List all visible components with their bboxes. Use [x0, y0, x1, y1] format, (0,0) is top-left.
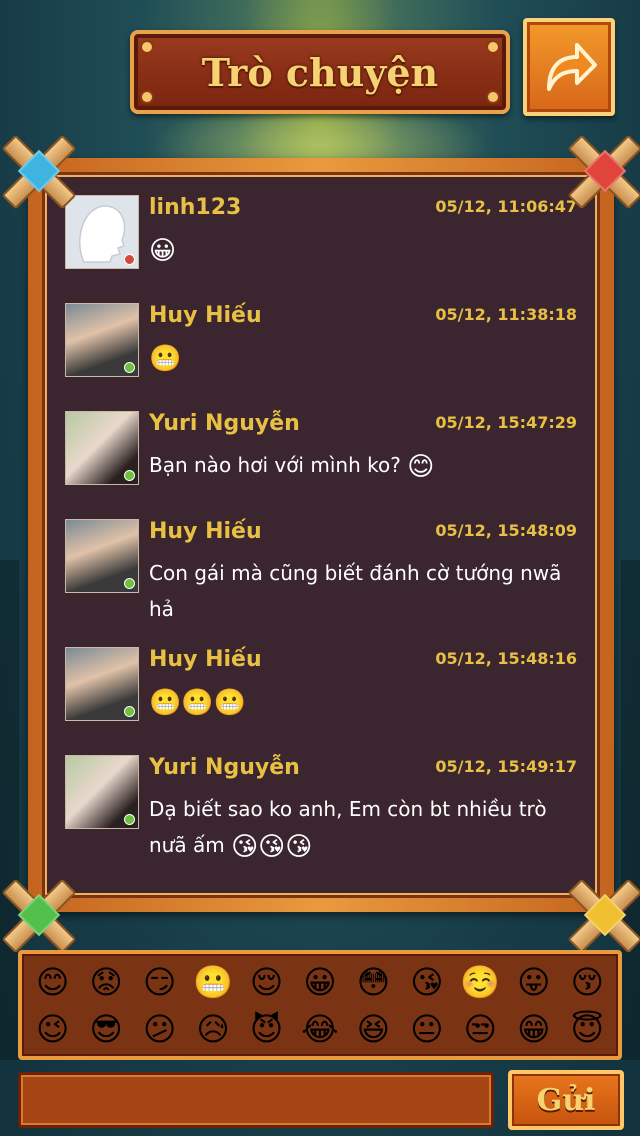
message-text: 😬: [149, 339, 567, 375]
sender-name: Yuri Nguyễn: [149, 755, 300, 780]
message-text: Bạn nào hơi với mình ko? 😊: [149, 447, 567, 483]
emoji-picker-icon[interactable]: 😟: [90, 962, 123, 1002]
message-body: Con gái mà cũng biết đánh cờ tướng nwã h…: [149, 561, 562, 621]
online-status-dot: [124, 254, 135, 265]
message-input[interactable]: [18, 1072, 494, 1128]
emoji-picker-icon[interactable]: 😊: [36, 962, 69, 1002]
message-text: Dạ biết sao ko anh, Em còn bt nhiều trò …: [149, 791, 567, 863]
emoji-picker-icon[interactable]: 😈: [250, 1009, 283, 1049]
avatar[interactable]: [65, 647, 139, 721]
title-banner: Trò chuyện: [130, 30, 510, 114]
message-body: Bạn nào hơi với mình ko?: [149, 453, 401, 477]
message-timestamp: 05/12, 15:49:17: [435, 757, 577, 776]
frame-corner-bottom-right: [567, 878, 640, 954]
emoji-picker-icon[interactable]: 😁: [517, 1009, 550, 1049]
chat-message: Huy Hiếu 05/12, 11:38:18 😬: [65, 303, 577, 403]
sender-name: linh123: [149, 195, 242, 220]
sender-name: Yuri Nguyễn: [149, 411, 300, 436]
page-title: Trò chuyện: [201, 49, 439, 95]
send-button-label: Gửi: [536, 1082, 596, 1118]
avatar[interactable]: [65, 755, 139, 829]
chat-panel: linh123 05/12, 11:06:47 😀 Huy Hiếu 05/12, 11…: [28, 158, 614, 912]
message-text: Con gái mà cũng biết đánh cờ tướng nwã h…: [149, 555, 567, 627]
avatar[interactable]: [65, 195, 139, 269]
emoji-picker-icon[interactable]: 😕: [143, 1009, 176, 1049]
banner-stud: [142, 92, 152, 102]
emoji-picker-icon[interactable]: 😘: [410, 962, 443, 1002]
chat-message: linh123 05/12, 11:06:47 😀: [65, 195, 577, 295]
message-body: Dạ biết sao ko anh, Em còn bt nhiều trò …: [149, 797, 547, 857]
frame-corner-top-right: [567, 134, 640, 210]
emoji-picker-icon[interactable]: 😐: [410, 1009, 443, 1049]
online-status-dot: [124, 362, 135, 373]
message-timestamp: 05/12, 15:47:29: [435, 413, 577, 432]
emoji-picker-icon[interactable]: 😀: [303, 962, 336, 1002]
avatar[interactable]: [65, 303, 139, 377]
chat-message: Huy Hiếu 05/12, 15:48:16 😬😬😬: [65, 647, 577, 747]
emoji-picker-icon[interactable]: 😥: [196, 1009, 229, 1049]
sender-name: Huy Hiếu: [149, 303, 262, 328]
emoji-picker-icon[interactable]: 😏: [143, 962, 176, 1002]
banner-stud: [142, 42, 152, 52]
emoji-icon: 😬: [149, 343, 182, 374]
sender-name: Huy Hiếu: [149, 519, 262, 544]
emoji-icon: 😘: [258, 831, 286, 862]
online-status-dot: [124, 814, 135, 825]
emoji-picker-icon[interactable]: 😌: [250, 962, 283, 1002]
emoji-icon: 😀: [149, 235, 177, 266]
emoji-picker-icon[interactable]: 😬: [193, 962, 233, 1002]
emoji-picker-icon[interactable]: 😳: [357, 962, 390, 1002]
emoji-picker-icon[interactable]: 😒: [464, 1009, 497, 1049]
emoji-icon: 😊: [407, 451, 435, 482]
online-status-dot: [124, 578, 135, 589]
chat-message-area[interactable]: linh123 05/12, 11:06:47 😀 Huy Hiếu 05/12, 11…: [42, 172, 600, 898]
emoji-picker-icon[interactable]: 😇: [571, 1009, 604, 1049]
emoji-icon: 😬: [213, 687, 247, 718]
chat-message: Yuri Nguyễn 05/12, 15:49:17 Dạ biết sao ko…: [65, 755, 577, 862]
emoji-picker-icon[interactable]: 😂: [301, 1009, 338, 1049]
online-status-dot: [124, 706, 135, 717]
chat-message: Huy Hiếu 05/12, 15:48:09 Con gái mà cũng b…: [65, 519, 577, 621]
emoji-picker-icon[interactable]: 😛: [517, 962, 550, 1002]
message-text: 😬😬😬: [149, 683, 567, 719]
message-text: 😀: [149, 231, 567, 267]
emoji-icon: 😬: [181, 687, 214, 718]
emoji-icon: 😘: [231, 831, 259, 862]
emoji-picker-icon[interactable]: 😉: [36, 1009, 69, 1049]
avatar[interactable]: [65, 411, 139, 485]
back-button[interactable]: [523, 18, 615, 116]
online-status-dot: [124, 470, 135, 481]
banner-stud: [488, 92, 498, 102]
share-arrow-icon: [547, 43, 597, 91]
emoji-icon: 😘: [285, 831, 313, 862]
message-timestamp: 05/12, 11:06:47: [435, 197, 577, 216]
frame-corner-top-left: [1, 134, 77, 210]
frame-corner-bottom-left: [1, 878, 77, 954]
message-timestamp: 05/12, 15:48:09: [435, 521, 577, 540]
avatar[interactable]: [65, 519, 139, 593]
message-timestamp: 05/12, 11:38:18: [435, 305, 577, 324]
emoji-picker-icon[interactable]: 😎: [90, 1009, 123, 1049]
chat-message: Yuri Nguyễn 05/12, 15:47:29 Bạn nào hơi vớ…: [65, 411, 577, 511]
banner-stud: [488, 42, 498, 52]
emoji-picker-icon[interactable]: ☺️: [460, 962, 500, 1002]
emoji-picker: 😊 😟 😏 😬 😌 😀 😳 😘 ☺️ 😛 😚 😉 😎 😕 😥 😈 😂 😆 😐 😒 😁 😇: [18, 950, 622, 1060]
message-timestamp: 05/12, 15:48:16: [435, 649, 577, 668]
emoji-icon: 😬: [149, 687, 182, 718]
sender-name: Huy Hiếu: [149, 647, 262, 672]
emoji-picker-icon[interactable]: 😚: [571, 962, 604, 1002]
emoji-grid: 😊 😟 😏 😬 😌 😀 😳 😘 ☺️ 😛 😚 😉 😎 😕 😥 😈 😂 😆 😐 😒 😁 😇: [26, 958, 614, 1052]
emoji-picker-icon[interactable]: 😆: [357, 1009, 390, 1049]
send-button[interactable]: Gửi: [508, 1070, 624, 1130]
